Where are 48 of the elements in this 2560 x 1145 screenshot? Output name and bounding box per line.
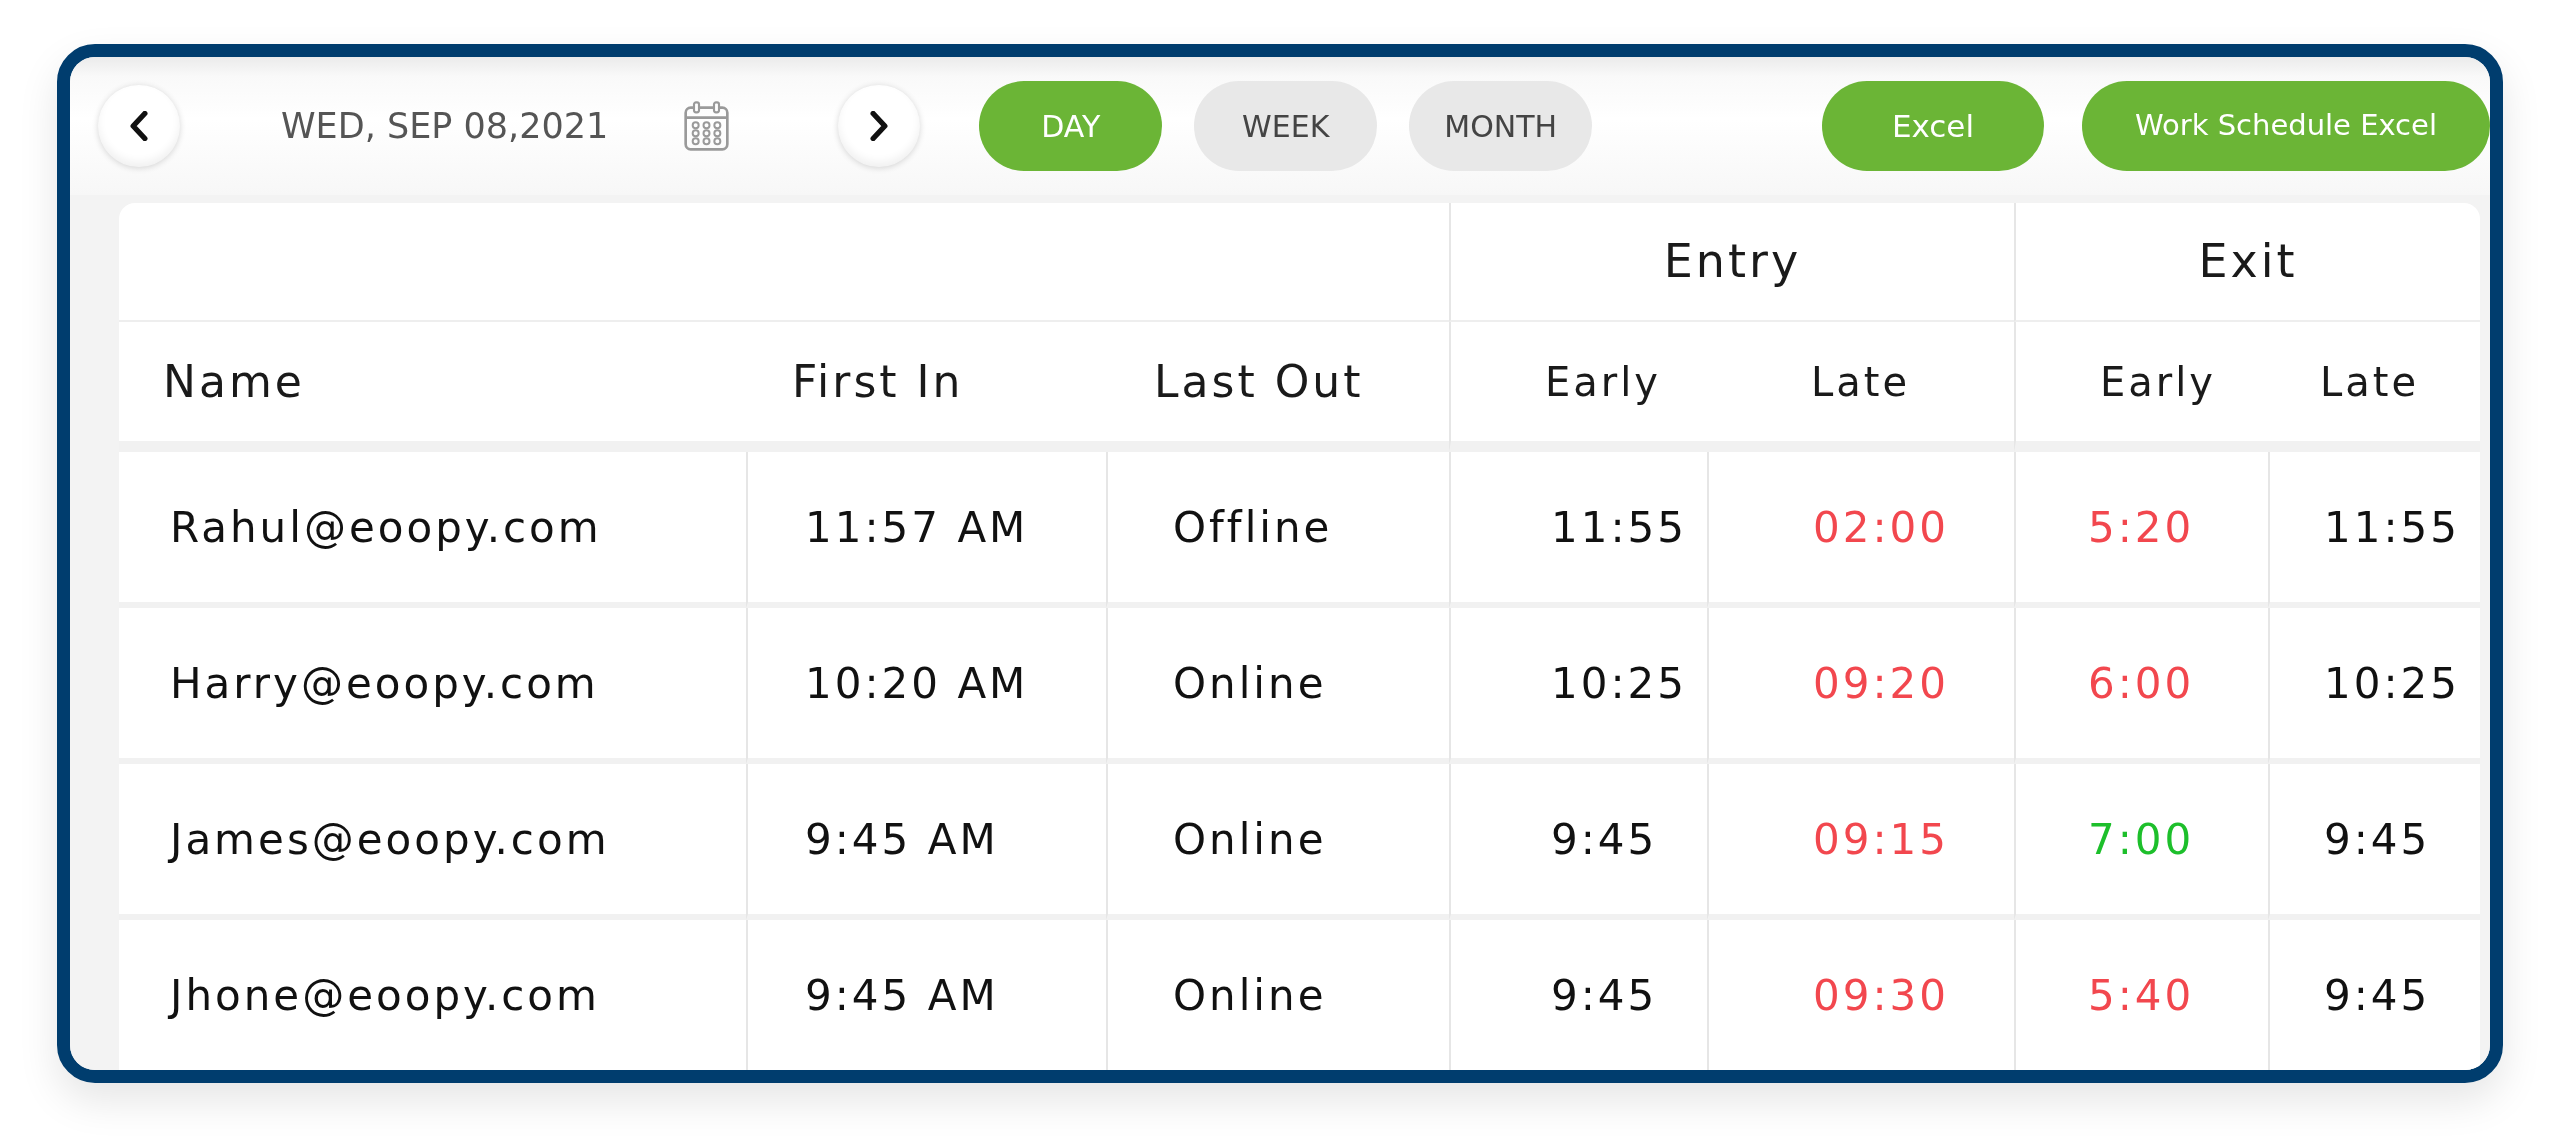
table-cell: 02:00 bbox=[1707, 452, 2014, 608]
table-cell: 09:15 bbox=[1707, 764, 2014, 920]
group-header: Entry bbox=[1449, 203, 2014, 322]
table-cell: 11:55 bbox=[2268, 452, 2480, 608]
column-header: First In bbox=[746, 322, 1106, 452]
table-cell: 6:00 bbox=[2014, 608, 2268, 764]
column-header: Name bbox=[119, 322, 746, 452]
column-header: Late bbox=[1707, 322, 2014, 452]
table-cell: Online bbox=[1106, 764, 1449, 920]
view-tab[interactable]: MONTH bbox=[1409, 81, 1593, 171]
table-cell: 7:00 bbox=[2014, 764, 2268, 920]
column-header: Late bbox=[2268, 322, 2480, 452]
chevron-left-icon bbox=[128, 111, 150, 141]
date-label: WED, SEP 08,2021 bbox=[281, 104, 609, 148]
table-cell: Rahul@eoopy.com bbox=[119, 452, 746, 608]
table-cell: 11:57 AM bbox=[746, 452, 1106, 608]
table-cell: 09:20 bbox=[1707, 608, 2014, 764]
table-cell: 9:45 bbox=[1449, 920, 1707, 1070]
column-header: Early bbox=[1449, 322, 1707, 452]
table-cell: 10:20 AM bbox=[746, 608, 1106, 764]
table-cell: 5:40 bbox=[2014, 920, 2268, 1070]
table-cell: 9:45 AM bbox=[746, 764, 1106, 920]
table-cell: 9:45 bbox=[1449, 764, 1707, 920]
table-cell: 9:45 AM bbox=[746, 920, 1106, 1070]
calendar-icon[interactable] bbox=[684, 101, 730, 151]
table-cell: 9:45 bbox=[2268, 764, 2480, 920]
export-button[interactable]: Excel bbox=[1822, 81, 2044, 171]
table-cell: 10:25 bbox=[1449, 608, 1707, 764]
column-header: Last Out bbox=[1106, 322, 1449, 452]
table-cell: 09:30 bbox=[1707, 920, 2014, 1070]
table-cell: Online bbox=[1106, 920, 1449, 1070]
group-header: Exit bbox=[2014, 203, 2480, 322]
table-cell: Online bbox=[1106, 608, 1449, 764]
view-tab[interactable]: DAY bbox=[979, 81, 1163, 171]
chevron-right-icon bbox=[868, 111, 891, 141]
table-cell: 9:45 bbox=[2268, 920, 2480, 1070]
view-tab[interactable]: WEEK bbox=[1194, 81, 1378, 171]
table-cell: James@eoopy.com bbox=[119, 764, 746, 920]
previous-day-button[interactable] bbox=[98, 85, 180, 167]
column-header: Early bbox=[2014, 322, 2268, 452]
table-cell: 10:25 bbox=[2268, 608, 2480, 764]
table-cell: Harry@eoopy.com bbox=[119, 608, 746, 764]
table-cell: Jhone@eoopy.com bbox=[119, 920, 746, 1070]
table-cell: 5:20 bbox=[2014, 452, 2268, 608]
table-cell: Offline bbox=[1106, 452, 1449, 608]
export-button[interactable]: Work Schedule Excel bbox=[2082, 81, 2490, 171]
table-cell: 11:55 bbox=[1449, 452, 1707, 608]
next-day-button[interactable] bbox=[838, 85, 921, 167]
